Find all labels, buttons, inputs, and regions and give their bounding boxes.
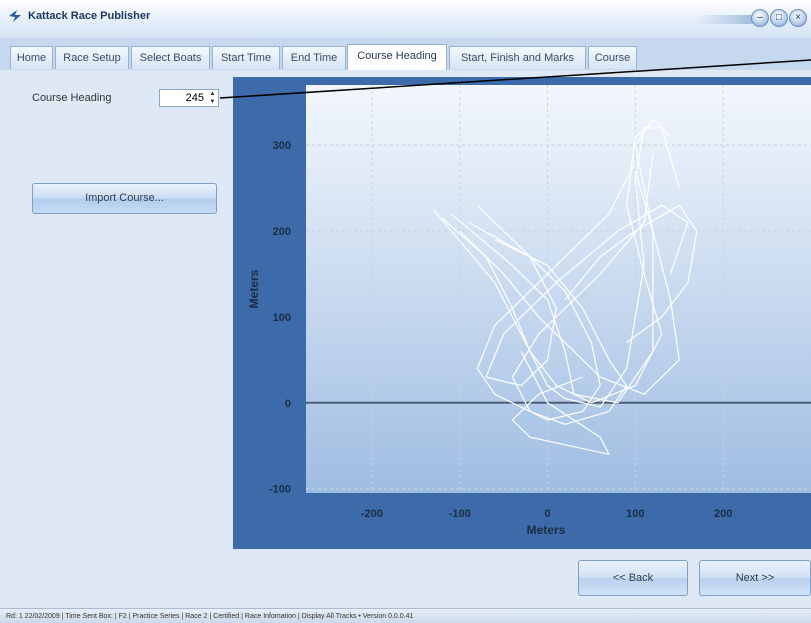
close-button[interactable]: × xyxy=(789,9,807,27)
back-button[interactable]: << Back xyxy=(578,560,688,596)
x-tick-label: -100 xyxy=(449,508,471,520)
title-bar: Kattack Race Publisher – □ × xyxy=(0,0,811,39)
tab-home[interactable]: Home xyxy=(10,46,53,69)
x-tick-label: 0 xyxy=(544,508,550,520)
tab-select-boats[interactable]: Select Boats xyxy=(131,46,210,69)
y-tick-label: 200 xyxy=(273,226,291,238)
app-logo-icon xyxy=(9,10,21,22)
course-chart-panel: -100 0 100 200 300 -200 -100 0 100 200 Meters Me… xyxy=(233,77,811,549)
y-tick-label: 100 xyxy=(273,312,291,324)
course-heading-label: Course Heading xyxy=(32,92,112,104)
plot-area xyxy=(306,85,811,493)
y-tick-label: 0 xyxy=(285,398,291,410)
tab-start-time[interactable]: Start Time xyxy=(212,46,280,69)
course-heading-stepper[interactable]: ▲ ▼ xyxy=(159,89,219,107)
y-tick-label: 300 xyxy=(273,140,291,152)
spin-buttons: ▲ ▼ xyxy=(207,90,218,106)
y-tick-label: -100 xyxy=(269,484,291,496)
tab-strip: Home Race Setup Select Boats Start Time … xyxy=(0,38,811,70)
next-button[interactable]: Next >> xyxy=(699,560,811,596)
y-axis-label: Meters xyxy=(247,269,261,308)
minimize-button[interactable]: – xyxy=(751,9,769,27)
tab-course-heading[interactable]: Course Heading xyxy=(347,44,447,70)
x-tick-labels: -200 -100 0 100 200 xyxy=(361,508,732,520)
spin-down-arrow-icon[interactable]: ▼ xyxy=(207,98,218,106)
x-tick-label: 200 xyxy=(714,508,732,520)
maximize-button[interactable]: □ xyxy=(770,9,788,27)
x-tick-label: 100 xyxy=(626,508,644,520)
window-controls: – □ × xyxy=(695,6,807,32)
course-heading-input[interactable] xyxy=(160,90,206,106)
title-swoosh xyxy=(695,15,755,24)
app-title: Kattack Race Publisher xyxy=(28,10,151,22)
tab-end-time[interactable]: End Time xyxy=(282,46,346,69)
tab-start-finish-marks[interactable]: Start, Finish and Marks xyxy=(449,46,586,69)
tab-race-setup[interactable]: Race Setup xyxy=(55,46,129,69)
x-tick-label: -200 xyxy=(361,508,383,520)
status-bar: Rd: 1 22/02/2009 | Time Sent Box: | F2 |… xyxy=(0,608,811,623)
spin-up-arrow-icon[interactable]: ▲ xyxy=(207,90,218,98)
y-tick-labels: -100 0 100 200 300 xyxy=(269,140,291,496)
import-course-button[interactable]: Import Course... xyxy=(32,183,217,214)
x-axis-label: Meters xyxy=(527,523,566,537)
course-chart: -100 0 100 200 300 -200 -100 0 100 200 Meters Me… xyxy=(247,85,811,537)
tab-course[interactable]: Course xyxy=(588,46,637,69)
